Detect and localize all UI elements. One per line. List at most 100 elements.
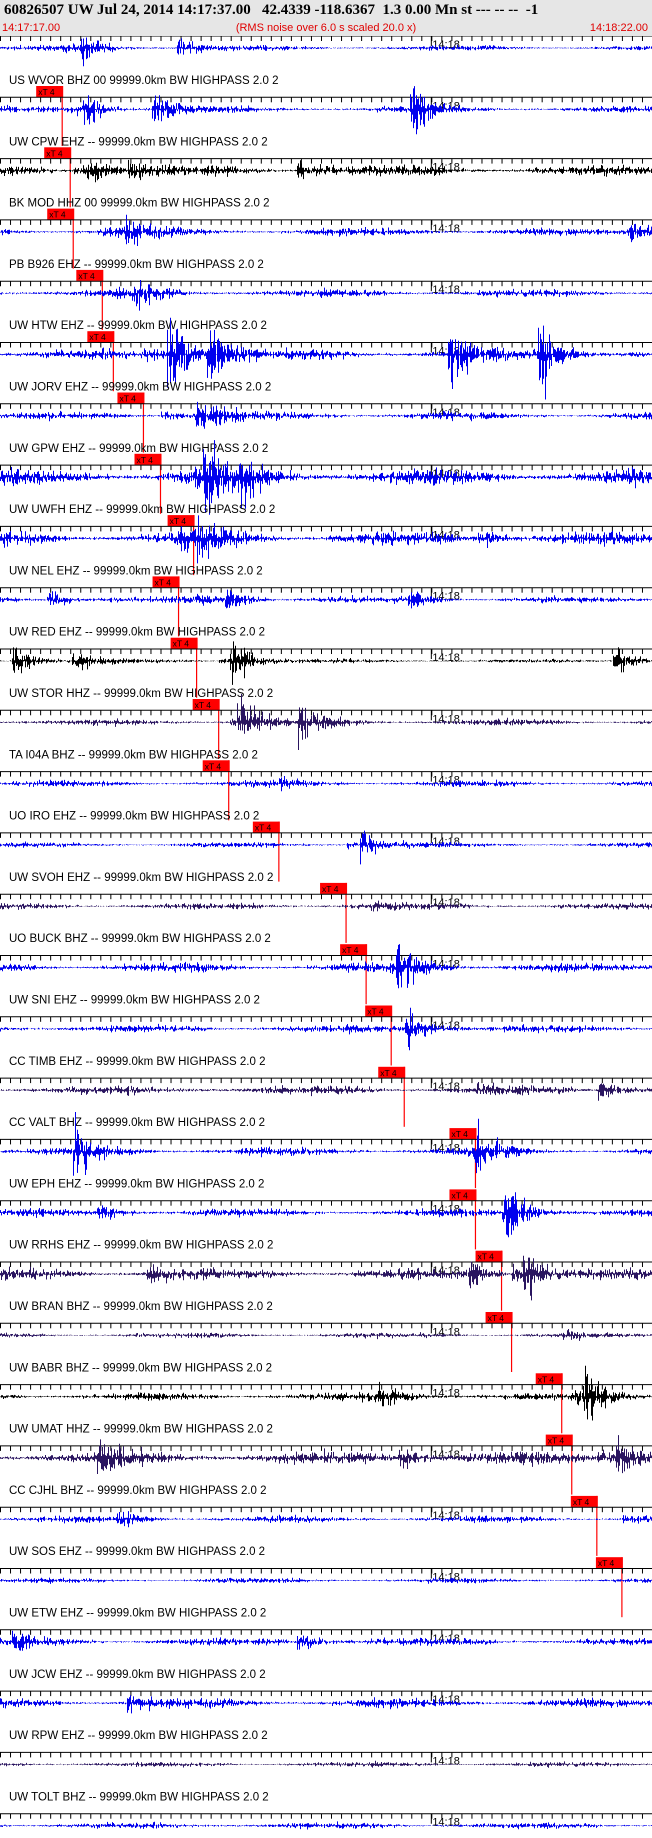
station-label: UW JCW EHZ -- 99999.0km BW HIGHPASS 2.0 … bbox=[9, 1669, 266, 1681]
waveform bbox=[0, 515, 652, 564]
station-label: UW BABR BHZ -- 99999.0km BW HIGHPASS 2.0… bbox=[9, 1362, 272, 1374]
waveform bbox=[0, 776, 652, 792]
trace-row: 14:18UW JCW EHZ -- 99999.0km BW HIGHPASS… bbox=[0, 1629, 652, 1681]
trace-row: 14:18 UW TOLT BHZ -- 99999.0km BW HIGHPAS… bbox=[0, 1751, 652, 1803]
pick-label: xT 4 bbox=[173, 639, 190, 649]
header-bar: 60826507 UW Jul 24, 2014 14:17:37.00 42.… bbox=[0, 0, 652, 36]
station-label: TA I04A BHZ -- 99999.0km BW HIGHPASS 2.0… bbox=[9, 749, 258, 761]
pick-label: xT 4 bbox=[488, 1313, 505, 1323]
trace-row: 14:18 UW STOR HHZ -- 99999.0km BW HIGHPAS… bbox=[0, 641, 652, 700]
station-label: UO IRO EHZ -- 99999.0km BW HIGHPASS 2.0 … bbox=[9, 811, 259, 823]
minute-tick-label: 14:18 bbox=[432, 591, 460, 603]
trace-row: 14:18UW BABR BHZ -- 99999.0km BW HIGHPAS… bbox=[0, 1322, 652, 1374]
rms-subtitle: (RMS noise over 6.0 s scaled 20.0 x) bbox=[235, 22, 417, 34]
station-label: UW JORV EHZ -- 99999.0km BW HIGHPASS 2.0… bbox=[9, 382, 271, 394]
pick-label: xT 4 bbox=[380, 1068, 397, 1078]
pick-label: xT 4 bbox=[451, 1190, 468, 1200]
station-label: UO BUCK BHZ -- 99999.0km BW HIGHPASS 2.0… bbox=[9, 933, 271, 945]
waveform bbox=[0, 1760, 652, 1768]
trace-row: 14:18TA I04A BHZ -- 99999.0km BW HIGHPAS… bbox=[0, 694, 652, 761]
station-label: CC VALT BHZ -- 99999.0km BW HIGHPASS 2.0… bbox=[9, 1117, 265, 1129]
station-label: UW CPW EHZ -- 99999.0km BW HIGHPASS 2.0 … bbox=[9, 136, 268, 148]
trace-row: 14:18UW ETW EHZ -- 99999.0km BW HIGHPASS… bbox=[0, 1568, 652, 1620]
station-label: UW EPH EHZ -- 99999.0km BW HIGHPASS 2.0 … bbox=[9, 1178, 264, 1190]
station-label: PB B926 EHZ -- 99999.0km BW HIGHPASS 2.0… bbox=[9, 259, 264, 271]
waveform bbox=[0, 1695, 652, 1714]
pick-label: xT 4 bbox=[548, 1436, 565, 1446]
pick-label: xT 4 bbox=[119, 394, 136, 404]
event-title: 60826507 UW Jul 24, 2014 14:17:37.00 42.… bbox=[4, 2, 539, 18]
minute-tick-label: 14:18 bbox=[432, 1510, 460, 1522]
waveform bbox=[0, 1329, 652, 1341]
pick-label: xT 4 bbox=[155, 577, 172, 587]
station-label: UW UWFH EHZ -- 99999.0km BW HIGHPASS 2.0… bbox=[9, 504, 275, 516]
trace-row: 14:18 UW SOS EHZ -- 99999.0km BW HIGHPASS… bbox=[0, 1506, 652, 1558]
time-end-label: 14:18:22.00 bbox=[589, 22, 648, 34]
trace-row: 14:18UW RRHS EHZ -- 99999.0km BW HIGHPAS… bbox=[0, 1192, 652, 1252]
trace-row: 14:18UW SVOH EHZ -- 99999.0km BW HIGHPAS… bbox=[0, 830, 652, 884]
trace-row: 14:18BK MOD HHZ 00 99999.0km BW HIGHPASS… bbox=[0, 158, 652, 210]
phase-pick: xT 4 bbox=[378, 1066, 406, 1127]
phase-pick: xT 4 bbox=[595, 1557, 623, 1618]
station-label: UW SNI EHZ -- 99999.0km BW HIGHPASS 2.0 … bbox=[9, 995, 260, 1007]
phase-pick: xT 4 bbox=[545, 1434, 573, 1495]
trace-row: 14:18US WVOR BHZ 00 99999.0km BW HIGHPAS… bbox=[0, 36, 652, 87]
pick-label: xT 4 bbox=[538, 1374, 555, 1384]
trace-row: 14:18UW WRW EHZ -- 99999.0km BW HIGHPASS… bbox=[0, 1813, 652, 1830]
station-label: CC CJHL BHZ -- 99999.0km BW HIGHPASS 2.0… bbox=[9, 1485, 267, 1497]
seismogram-plot: 14:18 US WVOR BHZ 00 99999.0km BW HIGHPAS… bbox=[0, 36, 652, 1830]
station-label: UW RED EHZ -- 99999.0km BW HIGHPASS 2.0 … bbox=[9, 627, 265, 639]
pick-label: xT 4 bbox=[255, 823, 272, 833]
pick-label: xT 4 bbox=[598, 1558, 615, 1568]
phase-pick: xT 4 bbox=[449, 1128, 477, 1189]
trace-row: 14:18UW GPW EHZ -- 99999.0km BW HIGHPASS… bbox=[0, 401, 652, 455]
pick-label: xT 4 bbox=[78, 271, 95, 281]
station-label: UW GPW EHZ -- 99999.0km BW HIGHPASS 2.0 … bbox=[9, 443, 268, 455]
waveform bbox=[0, 1082, 652, 1101]
trace-row: 14:18 UW HTW EHZ -- 99999.0km BW HIGHPASS… bbox=[0, 280, 652, 332]
station-label: UW UMAT HHZ -- 99999.0km BW HIGHPASS 2.0… bbox=[9, 1424, 273, 1436]
phase-pick: xT 4 bbox=[570, 1495, 598, 1556]
station-label: CC TIMB EHZ -- 99999.0km BW HIGHPASS 2.0… bbox=[9, 1056, 265, 1068]
pick-label: xT 4 bbox=[170, 516, 187, 526]
minute-tick-label: 14:18 bbox=[432, 652, 460, 664]
pick-label: xT 4 bbox=[49, 210, 66, 220]
station-label: BK MOD HHZ 00 99999.0km BW HIGHPASS 2.0 … bbox=[9, 198, 270, 210]
trace-row: 14:18 UW RPW EHZ -- 99999.0km BW HIGHPASS… bbox=[0, 1690, 652, 1742]
waveform bbox=[0, 37, 652, 67]
trace-row: 14:18UW CPW EHZ -- 99999.0km BW HIGHPASS… bbox=[0, 86, 652, 148]
phase-pick: xT 4 bbox=[365, 1005, 393, 1066]
station-label: UW SOS EHZ -- 99999.0km BW HIGHPASS 2.0 … bbox=[9, 1546, 265, 1558]
waveform bbox=[0, 159, 652, 183]
trace-row: 14:18 PB B926 EHZ -- 99999.0km BW HIGHPAS… bbox=[0, 214, 652, 271]
phase-pick: xT 4 bbox=[535, 1373, 563, 1434]
waveform bbox=[0, 86, 652, 135]
pick-label: xT 4 bbox=[367, 1007, 384, 1017]
waveform bbox=[0, 944, 652, 989]
pick-label: xT 4 bbox=[573, 1497, 590, 1507]
station-label: UW RRHS EHZ -- 99999.0km BW HIGHPASS 2.0… bbox=[9, 1240, 273, 1252]
station-label: UW TOLT BHZ -- 99999.0km BW HIGHPASS 2.0… bbox=[9, 1791, 269, 1803]
phase-pick: xT 4 bbox=[485, 1312, 513, 1372]
waveform bbox=[0, 401, 652, 429]
trace-row: 14:18UW NEL EHZ -- 99999.0km BW HIGHPASS… bbox=[0, 515, 652, 577]
trace-row: 14:18UO IRO EHZ -- 99999.0km BW HIGHPASS… bbox=[0, 771, 652, 823]
station-label: UW ETW EHZ -- 99999.0km BW HIGHPASS 2.0 … bbox=[9, 1608, 266, 1620]
station-label: UW BRAN BHZ -- 99999.0km BW HIGHPASS 2.0… bbox=[9, 1301, 273, 1313]
station-label: UW SVOH EHZ -- 99999.0km BW HIGHPASS 2.0… bbox=[9, 872, 273, 884]
minute-tick-label: 14:18 bbox=[432, 284, 460, 296]
pick-label: xT 4 bbox=[478, 1252, 495, 1262]
station-label: UW NEL EHZ -- 99999.0km BW HIGHPASS 2.0 … bbox=[9, 565, 263, 577]
minute-tick-label: 14:18 bbox=[432, 1817, 460, 1829]
waveform bbox=[0, 1821, 652, 1830]
waveform bbox=[0, 830, 652, 865]
phase-pick: xT 4 bbox=[340, 944, 368, 1005]
phase-pick: xT 4 bbox=[475, 1250, 503, 1311]
waveform bbox=[0, 1511, 652, 1528]
pick-label: xT 4 bbox=[89, 332, 106, 342]
trace-row: 14:18UO BUCK BHZ -- 99999.0km BW HIGHPAS… bbox=[0, 893, 652, 945]
waveform bbox=[0, 589, 652, 609]
phase-pick: xT 4 bbox=[449, 1189, 477, 1250]
waveform bbox=[0, 1192, 652, 1238]
waveform bbox=[0, 900, 652, 912]
